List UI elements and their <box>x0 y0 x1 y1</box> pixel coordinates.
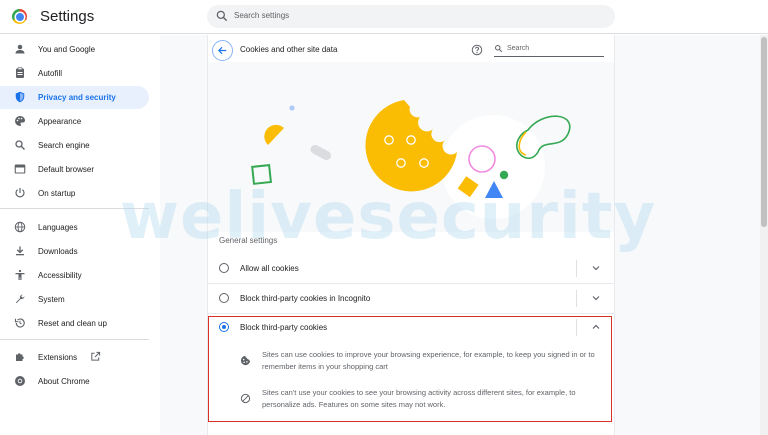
sidebar-item-label: Privacy and security <box>38 93 116 102</box>
external-link-icon <box>91 351 101 361</box>
sidebar-item-label: System <box>38 295 65 304</box>
top-bar: Settings Search settings <box>0 0 768 34</box>
sidebar-item-you-and-google[interactable]: You and Google <box>0 38 149 61</box>
sidebar-item-appearance[interactable]: Appearance <box>0 110 149 133</box>
arrow-left-icon <box>217 46 227 55</box>
wrench-icon <box>15 294 25 304</box>
shield-icon <box>15 91 25 103</box>
sidebar-item-label: Extensions <box>38 353 78 362</box>
scrollbar-thumb[interactable] <box>761 37 767 227</box>
chrome-icon <box>15 376 25 386</box>
globe-icon <box>14 221 26 233</box>
sidebar-item-languages[interactable]: Languages <box>0 216 149 239</box>
person-icon <box>15 44 25 54</box>
sidebar-item-downloads[interactable]: Downloads <box>0 240 149 263</box>
accessibility-icon <box>15 269 25 280</box>
cookie-search-placeholder: Search <box>507 45 530 52</box>
search-icon <box>15 140 25 150</box>
blue-dot <box>289 105 295 111</box>
page-title: Cookies and other site data <box>240 45 338 54</box>
sidebar-item-reset-and-clean-up[interactable]: Reset and clean up <box>0 312 149 335</box>
chevron-down-icon[interactable] <box>590 292 602 304</box>
sidebar-item-label: About Chrome <box>38 377 90 386</box>
sidebar-item-label: Languages <box>38 223 78 232</box>
search-icon <box>216 10 228 22</box>
download-icon <box>16 246 24 256</box>
radio-button[interactable] <box>219 293 229 303</box>
option-label: Allow all cookies <box>240 264 299 273</box>
help-icon[interactable] <box>471 44 483 56</box>
sidebar-item-label: Accessibility <box>38 271 82 280</box>
sidebar-item-privacy-and-security[interactable]: Privacy and security <box>0 86 149 109</box>
sidebar-item-search-engine[interactable]: Search engine <box>0 134 149 157</box>
general-settings-heading: General settings <box>219 236 278 245</box>
sidebar-item-label: Search engine <box>38 141 90 150</box>
option-allow-all-cookies[interactable]: Allow all cookies <box>208 254 614 283</box>
cookie-search-input[interactable]: Search <box>494 42 604 57</box>
power-icon <box>15 188 25 198</box>
sidebar-item-extensions[interactable]: Extensions <box>0 346 149 369</box>
settings-search-placeholder: Search settings <box>234 11 290 20</box>
sidebar-item-about-chrome[interactable]: About Chrome <box>0 370 149 393</box>
sidebar-item-label: Autofill <box>38 69 63 78</box>
sidebar-divider <box>0 208 149 209</box>
sidebar-item-label: Downloads <box>38 247 78 256</box>
sidebar-item-autofill[interactable]: Autofill <box>0 62 149 85</box>
row-separator <box>576 290 577 307</box>
radio-button[interactable] <box>219 263 229 273</box>
browser-icon <box>14 164 26 174</box>
highlight-box <box>208 316 612 422</box>
app-title: Settings <box>40 8 95 25</box>
sidebar-item-label: Default browser <box>38 165 95 174</box>
scrollbar[interactable] <box>760 35 768 435</box>
cookies-illustration <box>208 62 614 232</box>
option-label: Block third-party cookies in Incognito <box>240 294 371 303</box>
puzzle-icon <box>16 353 24 361</box>
chevron-down-icon[interactable] <box>590 262 602 274</box>
sidebar-item-label: On startup <box>38 189 76 198</box>
sidebar-divider <box>0 339 149 340</box>
row-separator <box>576 260 577 277</box>
sidebar-item-label: You and Google <box>38 45 96 54</box>
green-dot <box>499 170 509 180</box>
sidebar-item-label: Reset and clean up <box>38 319 107 328</box>
chrome-logo <box>12 9 27 24</box>
palette-icon <box>15 116 25 126</box>
clipboard-icon <box>16 67 24 78</box>
search-icon <box>495 45 503 53</box>
sidebar-item-accessibility[interactable]: Accessibility <box>0 264 149 287</box>
sidebar-item-system[interactable]: System <box>0 288 149 311</box>
option-block-third-party-incognito[interactable]: Block third-party cookies in Incognito <box>208 284 614 313</box>
sidebar-item-on-startup[interactable]: On startup <box>0 182 149 205</box>
settings-search-bar[interactable]: Search settings <box>207 5 615 28</box>
history-icon <box>14 318 25 328</box>
sidebar-item-label: Appearance <box>38 117 82 126</box>
sidebar-item-default-browser[interactable]: Default browser <box>0 158 149 181</box>
back-button[interactable] <box>212 40 233 61</box>
